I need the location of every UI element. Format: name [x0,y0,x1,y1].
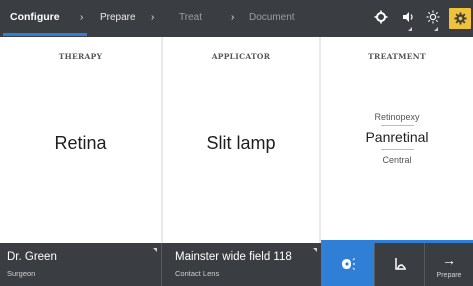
dropdown-corner-icon [153,248,157,252]
lens-type: Contact Lens [175,269,220,278]
sun-icon[interactable] [425,10,441,26]
tab-prepare[interactable]: Prepare [100,0,136,35]
applicator-panel[interactable]: APPLICATOR Slit lamp [163,37,319,243]
aiming-beam-icon [321,256,374,277]
divider [161,243,162,286]
arrow-right-icon: → [442,252,456,268]
surgeon-name: Dr. Green [7,251,57,263]
brightness-icon[interactable] [373,10,389,26]
lens-name: Mainster wide field 118 [175,251,292,263]
volume-icon[interactable] [400,10,416,26]
chevron-right-icon: › [80,12,84,23]
therapy-value: Retina [54,133,107,153]
treatment-option-central[interactable]: Central [321,155,473,165]
next-prepare-button[interactable]: → Prepare [425,243,473,286]
divider [381,125,414,126]
applicator-title: APPLICATOR [211,52,271,61]
treatment-option-panretinal[interactable]: Panretinal [321,129,473,145]
active-tab-indicator [3,33,87,36]
therapy-title: THERAPY [58,52,103,61]
dropdown-corner-icon [408,27,412,31]
tab-document[interactable]: Document [249,0,295,35]
treatment-panel[interactable]: TREATMENT Retinopexy Panretinal Central [321,37,473,243]
applicator-value: Slit lamp [206,133,276,153]
lens-selector[interactable]: Mainster wide field 118 Contact Lens [163,243,321,286]
treatment-option-retinopexy[interactable]: Retinopexy [321,112,473,122]
settings-icon [449,8,471,29]
divider [381,149,414,150]
footswitch-icon [375,256,424,277]
dropdown-corner-icon [434,27,438,31]
surgeon-selector[interactable]: Dr. Green Surgeon [0,243,161,286]
next-button-label: Prepare [436,272,462,279]
therapy-panel[interactable]: THERAPY Retina [0,37,161,243]
tab-treat[interactable]: Treat [179,0,202,35]
footswitch-button[interactable] [375,243,424,286]
settings-button[interactable] [449,8,471,29]
surgeon-role: Surgeon [7,269,36,278]
chevron-right-icon: › [151,12,155,23]
aiming-beam-button[interactable] [321,243,374,286]
dropdown-corner-icon [313,248,317,252]
chevron-right-icon: › [231,12,235,23]
treatment-title: TREATMENT [368,52,426,61]
tab-configure[interactable]: Configure [10,0,60,35]
